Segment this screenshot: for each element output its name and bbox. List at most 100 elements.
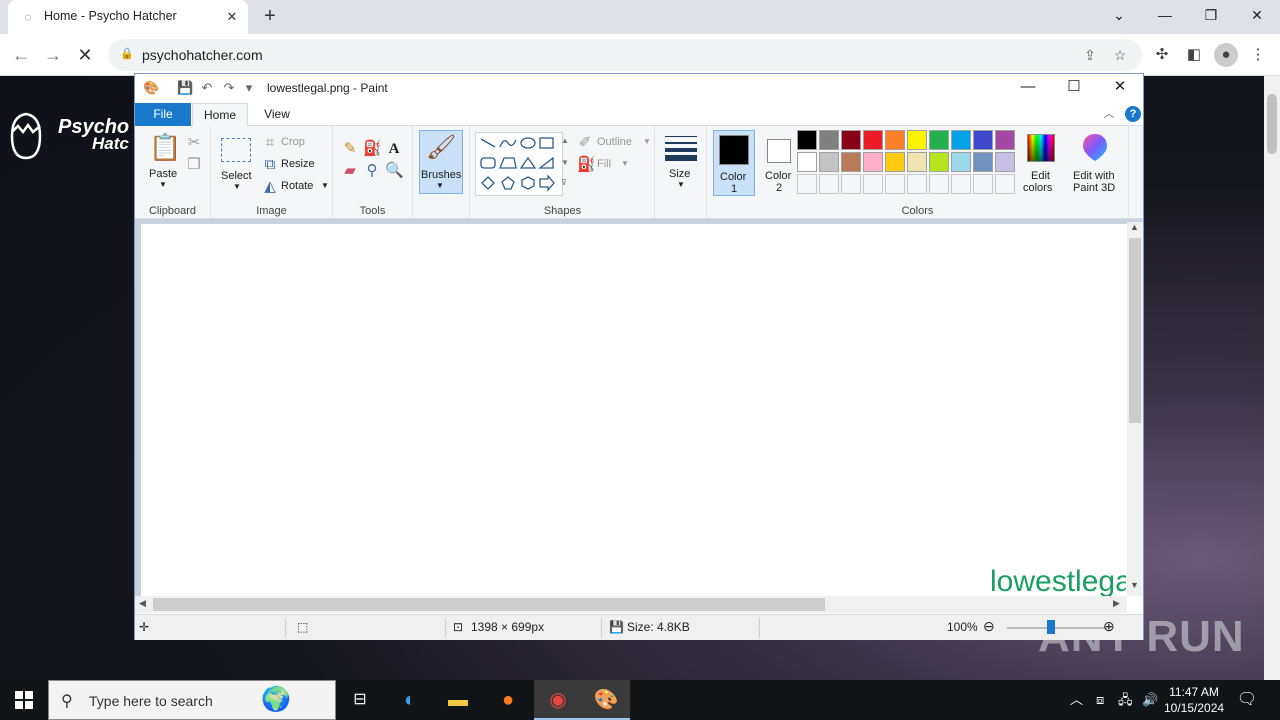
tab-search-chevron-icon[interactable]: ⌄ [1096, 0, 1142, 32]
palette-swatch[interactable] [929, 152, 949, 172]
edit-with-paint3d-button[interactable]: Edit with Paint 3D [1069, 130, 1121, 196]
crop-button[interactable]: ⌗ Crop [263, 134, 327, 152]
resize-button[interactable]: ⧉ Resize [263, 156, 327, 174]
custom-color-slot[interactable] [885, 174, 905, 194]
custom-color-slot[interactable] [951, 174, 971, 194]
palette-swatch[interactable] [819, 152, 839, 172]
file-explorer-icon[interactable]: ▬ [434, 680, 482, 720]
color-picker-icon[interactable]: ⚲ [363, 162, 381, 180]
eraser-icon[interactable]: ▰ [341, 162, 359, 180]
chrome-icon[interactable]: ◉ [534, 680, 582, 720]
palette-swatch[interactable] [951, 152, 971, 172]
url-text[interactable]: psychohatcher.com [142, 47, 263, 63]
firefox-icon[interactable]: ● [484, 680, 532, 720]
horizontal-scroll-thumb[interactable] [153, 598, 825, 611]
paint-close-button[interactable]: ✕ [1097, 74, 1143, 102]
collapse-ribbon-icon[interactable]: ︿ [1101, 106, 1117, 122]
palette-swatch[interactable] [841, 130, 861, 150]
palette-swatch[interactable] [841, 152, 861, 172]
side-panel-icon[interactable]: ◧ [1182, 43, 1206, 67]
palette-swatch[interactable] [929, 130, 949, 150]
task-view-icon[interactable]: ⊟ [336, 680, 384, 720]
volume-icon[interactable]: 🔊 [1142, 692, 1158, 708]
taskbar-search-box[interactable]: ⚲ Type here to search 🌍 [48, 680, 336, 720]
shapes-more-icon[interactable]: ⊽ [561, 178, 567, 187]
scroll-up-arrow-icon[interactable]: ▲ [1130, 222, 1139, 232]
site-logo-text-line2[interactable]: Hatc [92, 134, 129, 154]
bookmark-star-icon[interactable]: ☆ [1110, 45, 1130, 65]
browser-restore-button[interactable]: ❐ [1188, 0, 1234, 32]
color2-button[interactable]: Color 2 [759, 130, 799, 196]
shapes-scroll-up-icon[interactable]: ▲ [561, 136, 569, 145]
tab-view[interactable]: View [255, 103, 299, 126]
pencil-icon[interactable]: ✎ [341, 140, 359, 158]
zoom-slider[interactable] [1007, 627, 1107, 629]
fill-bucket-icon[interactable]: ⛽ [363, 140, 382, 158]
palette-swatch[interactable] [973, 130, 993, 150]
paste-button[interactable]: 📋 Paste ▼ [143, 130, 183, 189]
back-arrow-icon[interactable]: ← [8, 42, 34, 68]
custom-color-slot[interactable] [973, 174, 993, 194]
canvas-horizontal-scrollbar[interactable]: ◀ ▶ [135, 596, 1127, 613]
cut-icon[interactable]: ✂ [185, 134, 203, 152]
palette-swatch[interactable] [819, 130, 839, 150]
color1-button[interactable]: Color 1 [713, 130, 755, 196]
taskbar-clock[interactable]: 11:47 AM 10/15/2024 [1164, 684, 1224, 716]
palette-swatch[interactable] [797, 130, 817, 150]
lock-icon[interactable]: 🔒 [120, 47, 134, 60]
help-icon[interactable]: ? [1125, 106, 1141, 122]
share-icon[interactable]: ⇪ [1080, 45, 1100, 65]
forward-arrow-icon[interactable]: → [40, 42, 66, 68]
select-button[interactable]: Select ▼ [219, 134, 255, 191]
custom-color-slot[interactable] [841, 174, 861, 194]
palette-swatch[interactable] [907, 152, 927, 172]
new-tab-button[interactable]: + [258, 5, 282, 29]
custom-color-slot[interactable] [929, 174, 949, 194]
edge-icon[interactable]: ◐ [386, 680, 434, 720]
custom-color-slot[interactable] [863, 174, 883, 194]
text-tool-icon[interactable]: A [385, 140, 403, 158]
outline-button[interactable]: ✐ Outline ▼ [577, 134, 653, 152]
palette-swatch[interactable] [797, 152, 817, 172]
zoom-slider-thumb[interactable] [1047, 620, 1055, 634]
fill-button[interactable]: ⛽ Fill ▼ [577, 156, 653, 174]
tab-file[interactable]: File [135, 103, 191, 126]
zoom-in-icon[interactable]: ⊕ [1103, 618, 1115, 635]
brushes-button[interactable]: 🖌 Brushes ▼ [419, 130, 463, 194]
drawing-canvas[interactable] [141, 224, 1128, 596]
custom-color-slot[interactable] [995, 174, 1015, 194]
canvas-vertical-scrollbar[interactable]: ▲ ▼ [1127, 222, 1143, 596]
copy-icon[interactable]: ❐ [185, 156, 203, 174]
shapes-scroll-down-icon[interactable]: ▼ [561, 158, 569, 167]
palette-swatch[interactable] [995, 130, 1015, 150]
start-button[interactable] [0, 680, 48, 720]
palette-swatch[interactable] [907, 130, 927, 150]
network-icon[interactable]: 🖧 [1118, 692, 1133, 708]
magnifier-icon[interactable]: 🔍 [385, 162, 404, 180]
rotate-button[interactable]: ◭ Rotate ▼ [263, 178, 329, 196]
custom-color-slot[interactable] [819, 174, 839, 194]
profile-avatar-icon[interactable]: ● [1214, 43, 1238, 67]
stop-loading-icon[interactable]: ✕ [72, 42, 98, 68]
page-scrollbar[interactable] [1264, 76, 1280, 680]
page-scroll-thumb[interactable] [1267, 94, 1277, 154]
edit-colors-button[interactable]: Edit colors [1021, 130, 1061, 196]
undo-icon[interactable]: ↶ [199, 80, 215, 96]
notifications-icon[interactable]: 🗨 [1224, 680, 1270, 720]
address-bar[interactable]: 🔒 psychohatcher.com ⇪ ☆ [108, 39, 1142, 71]
shapes-gallery[interactable] [475, 132, 563, 196]
save-icon[interactable]: 💾 [177, 80, 193, 96]
tray-chevron-icon[interactable]: ︿ [1070, 692, 1083, 708]
browser-menu-icon[interactable]: ⋮ [1246, 43, 1270, 67]
scroll-down-arrow-icon[interactable]: ▼ [1130, 580, 1139, 590]
paint-taskbar-icon[interactable]: 🎨 [582, 680, 630, 720]
paint-app-icon[interactable]: 🎨 [143, 80, 159, 96]
size-button[interactable]: Size ▼ [659, 130, 703, 194]
palette-swatch[interactable] [863, 152, 883, 172]
paint-maximize-button[interactable]: ☐ [1051, 74, 1097, 102]
vertical-scroll-thumb[interactable] [1129, 238, 1141, 423]
browser-tab[interactable]: ◌ Home - Psycho Hatcher ✕ [8, 0, 248, 34]
quick-access-dropdown-icon[interactable]: ▾ [241, 80, 257, 96]
tray-device-icon[interactable]: ⧈ [1096, 692, 1104, 708]
palette-swatch[interactable] [885, 130, 905, 150]
